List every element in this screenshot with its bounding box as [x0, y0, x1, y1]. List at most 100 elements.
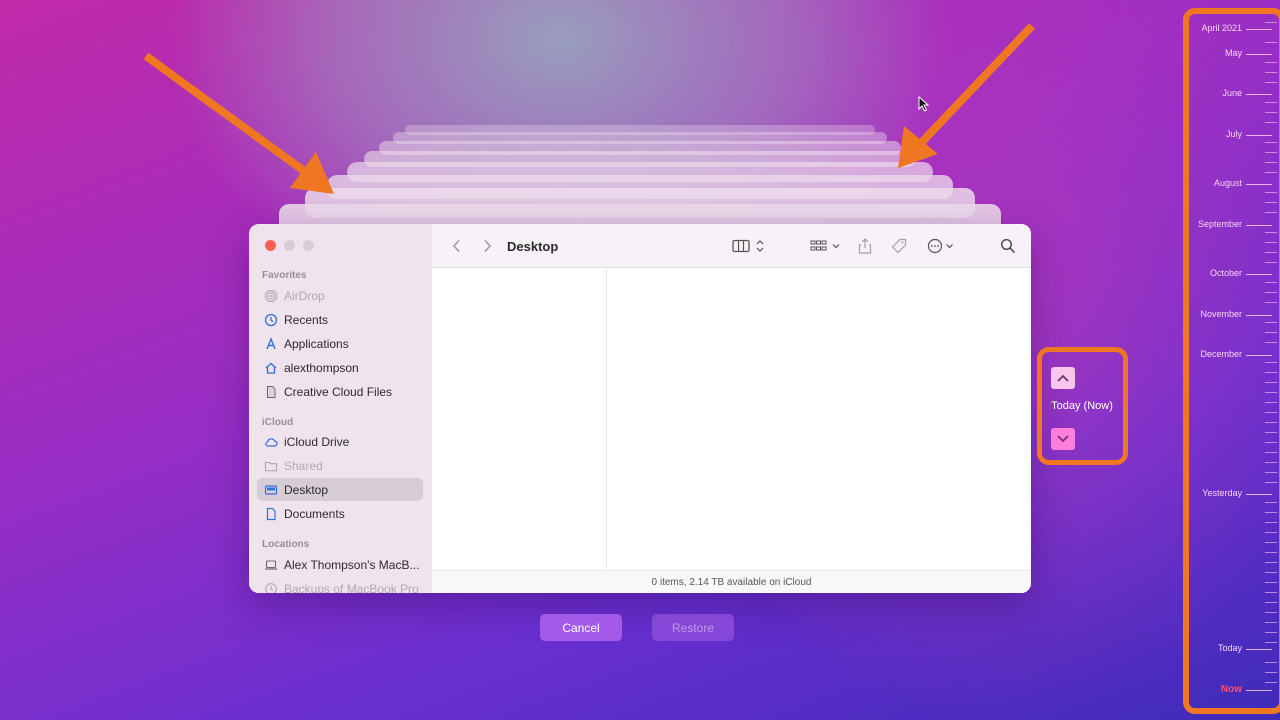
- timeline-minor-tick: [1265, 572, 1277, 573]
- timeline-minor-tick: [1265, 262, 1277, 263]
- share-icon: [858, 238, 872, 254]
- timeline-label[interactable]: Now: [1221, 684, 1242, 695]
- sidebar-item-applications[interactable]: Applications: [257, 332, 423, 355]
- timeline-minor-tick: [1265, 192, 1277, 193]
- timeline-minor-tick: [1265, 402, 1277, 403]
- time-machine-icon: [264, 582, 278, 593]
- desktop-icon: [264, 483, 278, 497]
- annotation-arrow-left: [143, 52, 334, 194]
- timeline-major-tick: [1246, 225, 1272, 226]
- sidebar-item-label: Desktop: [284, 482, 329, 497]
- cancel-button[interactable]: Cancel: [540, 614, 622, 641]
- timeline-major-tick: [1246, 649, 1272, 650]
- sidebar-item-macbook[interactable]: Alex Thompson's MacB...: [257, 553, 423, 576]
- cloud-icon: [264, 435, 278, 449]
- locations-header: Locations: [262, 539, 310, 550]
- sidebar-item-label: Recents: [284, 312, 329, 327]
- sidebar-item-backups[interactable]: Backups of MacBook Pro: [257, 577, 423, 593]
- timeline-label[interactable]: April 2021: [1201, 23, 1242, 33]
- timeline-minor-tick: [1265, 412, 1277, 413]
- timeline-major-tick: [1246, 94, 1272, 95]
- navigate-earlier-button[interactable]: [1051, 367, 1075, 389]
- timeline-minor-tick: [1265, 522, 1277, 523]
- timeline-major-tick: [1246, 494, 1272, 495]
- chevron-down-icon: [1057, 435, 1069, 443]
- close-button[interactable]: [265, 240, 276, 251]
- group-button[interactable]: [810, 224, 842, 268]
- back-button[interactable]: [452, 224, 462, 268]
- search-button[interactable]: [1000, 224, 1016, 268]
- timeline-minor-tick: [1265, 462, 1277, 463]
- timeline-minor-tick: [1265, 152, 1277, 153]
- timeline-label[interactable]: June: [1222, 88, 1242, 98]
- timeline-major-tick: [1246, 29, 1272, 30]
- sidebar-item-creative-cloud[interactable]: Creative Cloud Files: [257, 380, 423, 403]
- timeline-minor-tick: [1265, 82, 1277, 83]
- timeline-minor-tick: [1265, 232, 1277, 233]
- timeline-major-tick: [1246, 274, 1272, 275]
- icloud-header: iCloud: [262, 417, 294, 428]
- chevron-up-icon: [1057, 374, 1069, 382]
- toolbar: Desktop: [432, 224, 1031, 268]
- timeline-minor-tick: [1265, 202, 1277, 203]
- column-divider[interactable]: [606, 268, 607, 570]
- timeline-minor-tick: [1265, 282, 1277, 283]
- sidebar-item-documents[interactable]: Documents: [257, 502, 423, 525]
- timeline-major-tick: [1246, 184, 1272, 185]
- timeline-highlight: [1183, 8, 1280, 714]
- sidebar-item-home[interactable]: alexthompson: [257, 356, 423, 379]
- timeline-minor-tick: [1265, 242, 1277, 243]
- sidebar-item-airdrop[interactable]: AirDrop: [257, 284, 423, 307]
- sidebar-item-label: Alex Thompson's MacB...: [284, 557, 420, 572]
- timeline-minor-tick: [1265, 622, 1277, 623]
- timeline-minor-tick: [1265, 142, 1277, 143]
- timeline-label[interactable]: May: [1225, 48, 1242, 58]
- timeline-minor-tick: [1265, 42, 1277, 43]
- timeline-minor-tick: [1265, 302, 1277, 303]
- favorites-header: Favorites: [262, 270, 307, 281]
- timeline-label[interactable]: Yesterday: [1202, 488, 1242, 498]
- share-button[interactable]: [858, 224, 872, 268]
- clock-icon: [264, 313, 278, 327]
- sidebar-item-shared[interactable]: Shared: [257, 454, 423, 477]
- timeline-label[interactable]: Today: [1218, 643, 1242, 653]
- finder-content: Desktop 0 items, 2.14 TB available on iC…: [432, 224, 1031, 593]
- timeline-minor-tick: [1265, 162, 1277, 163]
- zoom-button[interactable]: [303, 240, 314, 251]
- timeline-label[interactable]: September: [1198, 219, 1242, 229]
- timeline-minor-tick: [1265, 672, 1277, 673]
- finder-window: Favorites AirDrop Recents Applications a…: [249, 224, 1031, 593]
- timeline-major-tick: [1246, 315, 1272, 316]
- navigate-later-button[interactable]: [1051, 428, 1075, 450]
- view-mode-button[interactable]: [732, 224, 766, 268]
- timeline-label[interactable]: November: [1200, 309, 1242, 319]
- sidebar-item-recents[interactable]: Recents: [257, 308, 423, 331]
- grid-icon: [810, 240, 840, 251]
- timeline-major-tick: [1246, 355, 1272, 356]
- timeline-minor-tick: [1265, 362, 1277, 363]
- timeline-label[interactable]: July: [1226, 129, 1242, 139]
- sidebar-item-icloud-drive[interactable]: iCloud Drive: [257, 430, 423, 453]
- timeline-minor-tick: [1265, 532, 1277, 533]
- restore-button[interactable]: Restore: [652, 614, 734, 641]
- minimize-button[interactable]: [284, 240, 295, 251]
- timeline-label[interactable]: December: [1200, 349, 1242, 359]
- chevron-right-icon: [484, 239, 492, 253]
- timeline-minor-tick: [1265, 322, 1277, 323]
- timeline-label[interactable]: October: [1210, 268, 1242, 278]
- timeline-minor-tick: [1265, 642, 1277, 643]
- timeline-minor-tick: [1265, 542, 1277, 543]
- timeline-label[interactable]: August: [1214, 178, 1242, 188]
- sidebar-item-label: Backups of MacBook Pro: [284, 581, 419, 594]
- tag-button[interactable]: [891, 224, 907, 268]
- chevron-left-icon: [452, 239, 460, 253]
- sidebar: Favorites AirDrop Recents Applications a…: [249, 224, 432, 593]
- timeline-minor-tick: [1265, 472, 1277, 473]
- more-actions-button[interactable]: [927, 224, 957, 268]
- home-icon: [264, 361, 278, 375]
- mouse-cursor-icon: [918, 96, 930, 112]
- window-title: Desktop: [507, 238, 559, 254]
- sidebar-item-desktop[interactable]: Desktop: [257, 478, 423, 501]
- forward-button[interactable]: [482, 224, 492, 268]
- shared-folder-icon: [264, 459, 278, 473]
